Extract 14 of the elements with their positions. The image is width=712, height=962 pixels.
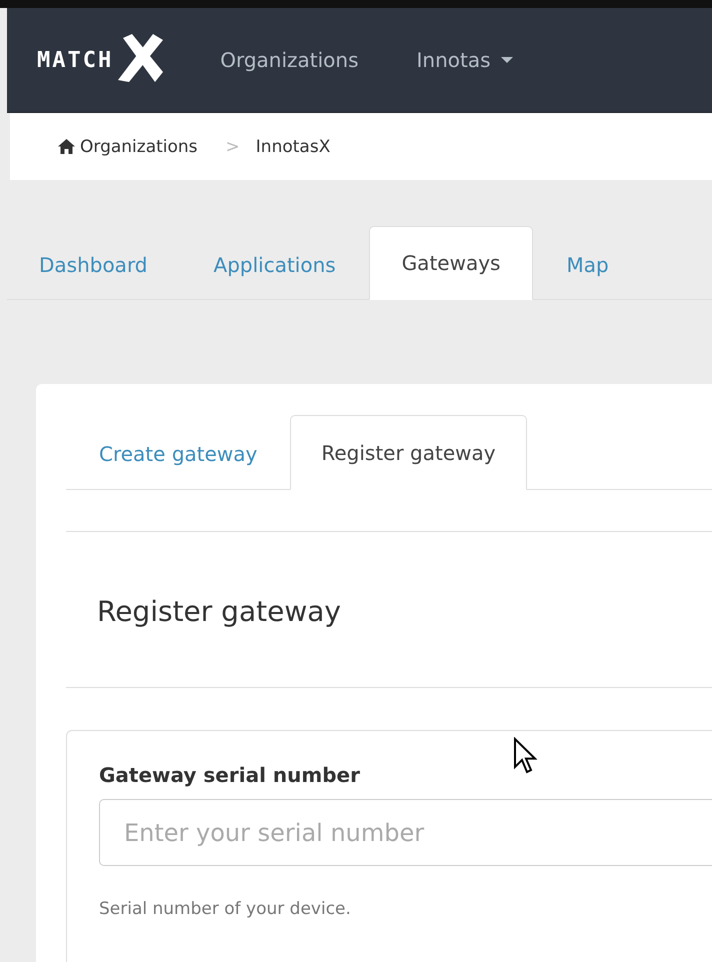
logo-text[interactable]: MATCH (37, 48, 114, 72)
field-label: Gateway serial number (99, 763, 361, 787)
nav-tab[interactable]: Gateways (368, 226, 534, 300)
mouse-pointer-icon (513, 737, 539, 775)
nav-link[interactable]: Organizations (220, 48, 359, 72)
input-field[interactable]: Enter your serial number (99, 799, 712, 866)
breadcrumb-link[interactable]: InnotasX (256, 136, 330, 156)
page-heading: Register gateway (96, 594, 342, 630)
breadcrumb-link[interactable]: Organizations (58, 136, 198, 156)
help-text: Serial number of your device. (99, 899, 352, 919)
nav-link[interactable]: Innotas (416, 48, 513, 72)
form-tab[interactable]: Create gateway (66, 416, 290, 490)
form-tab[interactable]: Register gateway (290, 415, 527, 490)
breadcrumb-separator: > (226, 136, 240, 156)
